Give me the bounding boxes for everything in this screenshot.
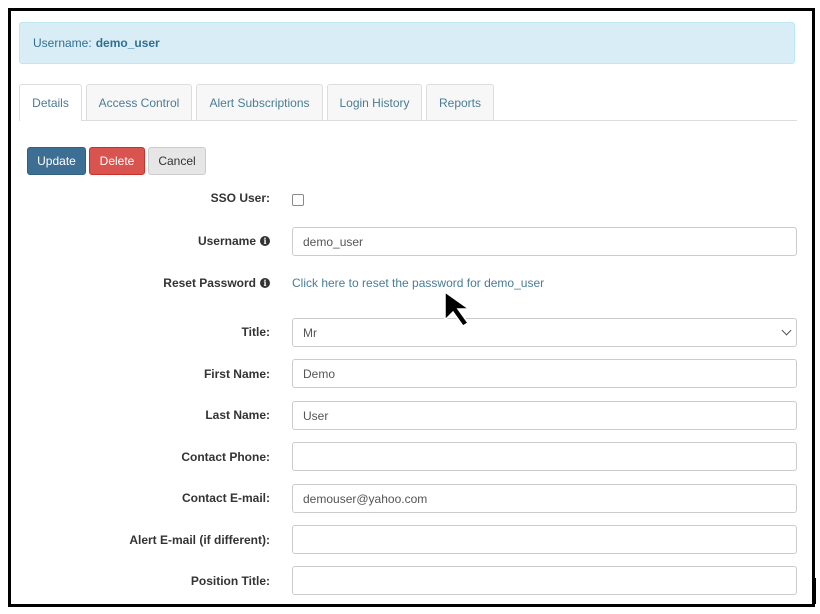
delete-button[interactable]: Delete: [89, 147, 145, 175]
username-banner-value: demo_user: [95, 36, 160, 50]
reset-password-label: Reset Password i: [163, 276, 270, 290]
info-circle-icon: i: [260, 236, 270, 246]
user-details-panel: Username: demo_user Details Access Contr…: [8, 8, 815, 607]
title-select-value: Mr: [303, 325, 317, 340]
tab-alert-subscriptions[interactable]: Alert Subscriptions: [196, 84, 323, 120]
reset-password-link[interactable]: Click here to reset the password for dem…: [292, 276, 544, 290]
alert-email-label: Alert E-mail (if different):: [129, 533, 270, 547]
username-label-text: Username: [197, 234, 256, 248]
position-title-label: Position Title:: [190, 574, 270, 588]
last-name-input[interactable]: User: [292, 401, 797, 430]
first-name-input[interactable]: Demo: [292, 359, 797, 388]
username-label: Username i: [198, 234, 270, 248]
contact-phone-label: Contact Phone:: [181, 450, 270, 464]
sso-user-checkbox[interactable]: [292, 194, 304, 206]
mouse-pointer-icon: [444, 290, 472, 327]
username-banner-label: Username:: [33, 36, 92, 50]
cancel-button[interactable]: Cancel: [148, 147, 206, 175]
contact-email-input[interactable]: demouser@yahoo.com: [292, 484, 797, 513]
tab-reports[interactable]: Reports: [426, 84, 494, 120]
username-banner: Username: demo_user: [19, 22, 795, 64]
info-circle-icon: i: [260, 278, 270, 288]
sso-user-label: SSO User:: [210, 191, 270, 205]
contact-phone-input[interactable]: [292, 442, 797, 471]
chevron-down-icon: [781, 325, 792, 336]
tab-details[interactable]: Details: [19, 84, 82, 121]
last-name-label: Last Name:: [205, 408, 270, 422]
position-title-input[interactable]: [292, 566, 797, 595]
first-name-label: First Name:: [203, 367, 270, 381]
username-input[interactable]: demo_user: [292, 227, 797, 256]
alert-email-input[interactable]: [292, 525, 797, 554]
tab-login-history[interactable]: Login History: [327, 84, 422, 120]
title-label: Title:: [241, 325, 270, 339]
tab-access-control[interactable]: Access Control: [86, 84, 192, 120]
contact-email-label: Contact E-mail:: [181, 491, 270, 505]
update-button[interactable]: Update: [27, 147, 86, 175]
reset-password-label-text: Reset Password: [163, 276, 256, 290]
tab-bar: Details Access Control Alert Subscriptio…: [19, 84, 797, 121]
title-select[interactable]: Mr: [292, 318, 797, 347]
